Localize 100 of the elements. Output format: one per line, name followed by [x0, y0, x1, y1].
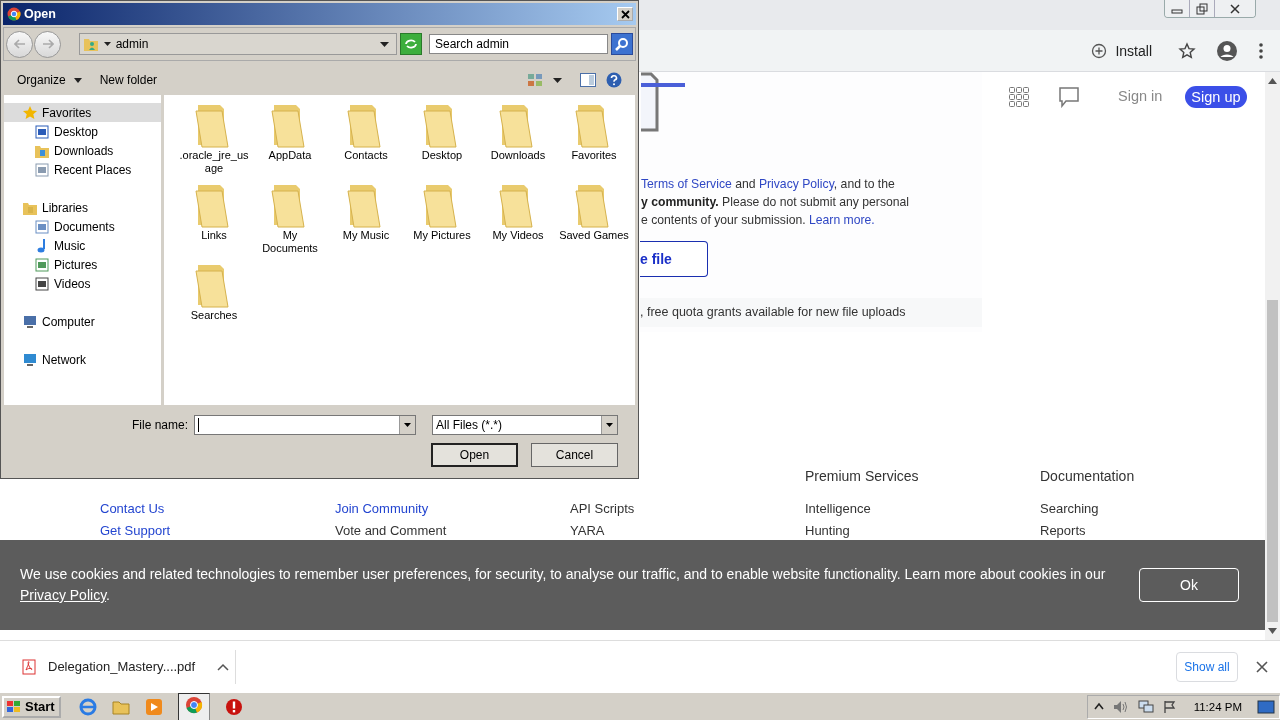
apps-grid-icon[interactable]	[1009, 87, 1029, 107]
quota-notice: , free quota grants available for new file uploads	[640, 298, 982, 327]
caret-icon[interactable]	[103, 41, 111, 47]
plus-icon	[1091, 42, 1108, 59]
ok-button[interactable]: Ok	[1139, 568, 1239, 602]
organize-menu[interactable]: Organize	[13, 71, 86, 89]
refresh-icon	[404, 38, 418, 50]
scrollbar[interactable]	[1265, 72, 1280, 640]
folder-item[interactable]: Saved Games	[556, 181, 632, 261]
footer-link[interactable]: YARA	[570, 520, 605, 542]
folder-item[interactable]: Desktop	[404, 101, 480, 181]
restore-icon	[1196, 2, 1208, 15]
footer-heading: Documentation	[1040, 468, 1135, 486]
folder-item[interactable]: Searches	[176, 261, 252, 341]
folder-item[interactable]: My Videos	[480, 181, 556, 261]
close-icon[interactable]	[1256, 660, 1268, 673]
nav-item[interactable]: Desktop	[4, 122, 161, 141]
network-icon	[22, 351, 38, 368]
back-arrow-icon	[13, 39, 26, 49]
close-button[interactable]	[617, 7, 633, 21]
folder-item[interactable]: My Documents	[252, 181, 328, 261]
dropdown-button[interactable]	[399, 416, 415, 434]
nav-item[interactable]: Music	[4, 236, 161, 255]
restore-button[interactable]	[1190, 0, 1215, 17]
stop-icon[interactable]	[224, 697, 243, 716]
refresh-button[interactable]	[400, 33, 422, 55]
inline-link[interactable]: Privacy Policy	[758, 177, 834, 191]
footer-link[interactable]: Intelligence	[805, 498, 871, 520]
file-type-dropdown[interactable]: All Files (*.*)	[432, 415, 618, 435]
install-button[interactable]: Install	[1091, 42, 1158, 59]
file-name-field[interactable]	[194, 415, 416, 435]
footer-link[interactable]: Vote and Comment	[335, 520, 447, 542]
star-icon[interactable]	[1178, 41, 1196, 60]
desktop-icon	[34, 123, 50, 140]
footer-link[interactable]: Join Community	[335, 498, 429, 520]
computer-icon	[22, 313, 38, 330]
folder-item[interactable]: Favorites	[556, 101, 632, 181]
video-icon	[34, 275, 50, 292]
download-file-name[interactable]: Delegation_Mastery....pdf	[48, 659, 196, 674]
nav-item[interactable]: Libraries	[4, 198, 161, 217]
cancel-button[interactable]: Cancel	[531, 443, 618, 467]
scrollbar-thumb[interactable]	[1267, 300, 1278, 622]
folder-item[interactable]: My Pictures	[404, 181, 480, 261]
minimize-button[interactable]	[1165, 0, 1190, 17]
show-hidden-icon[interactable]	[1093, 701, 1104, 712]
nav-item[interactable]: Downloads	[4, 141, 161, 160]
search-field[interactable]: Search admin	[428, 34, 609, 54]
new-folder-button[interactable]: New folder	[95, 71, 162, 89]
footer-link[interactable]: Searching	[1040, 498, 1099, 520]
start-button[interactable]: Start	[2, 695, 61, 718]
display-icon[interactable]	[1257, 699, 1275, 714]
chat-icon[interactable]	[1058, 86, 1080, 108]
star-icon	[22, 104, 38, 121]
speaker-icon[interactable]	[1112, 699, 1129, 714]
clock[interactable]: 11:24 PM	[1193, 700, 1242, 713]
nav-item[interactable]: Favorites	[4, 103, 161, 122]
folder-item[interactable]: Links	[176, 181, 252, 261]
network-icon[interactable]	[1137, 699, 1154, 714]
footer-link[interactable]: API Scripts	[570, 498, 635, 520]
show-all-button[interactable]: Show all	[1176, 651, 1238, 682]
dropdown-icon[interactable]	[380, 41, 390, 47]
folder-item[interactable]: Downloads	[480, 101, 556, 181]
open-button[interactable]: Open	[431, 443, 518, 467]
flag-icon[interactable]	[1162, 699, 1177, 714]
scroll-up-icon[interactable]	[1268, 78, 1277, 84]
inline-link[interactable]: Terms of Service	[641, 177, 732, 191]
nav-item[interactable]: Network	[4, 350, 161, 369]
footer-link[interactable]: Get Support	[100, 520, 171, 542]
folder-item[interactable]: My Music	[328, 181, 404, 261]
cookie-message: We use cookies and related technologies to remember user preferences, for security, to analyse our traffic, and to enable website functionality. Learn more about cookies in our Privacy Policy.	[20, 565, 1107, 605]
footer-link[interactable]: Hunting	[805, 520, 850, 542]
address-field[interactable]: admin	[78, 33, 398, 55]
user-folder-icon	[82, 36, 99, 52]
footer-link[interactable]: Reports	[1040, 520, 1086, 542]
folder-item[interactable]: Contacts	[328, 101, 404, 181]
nav-item[interactable]: Pictures	[4, 255, 161, 274]
sign-up-button[interactable]: Sign up	[1185, 86, 1247, 108]
choose-file-button[interactable]: e file	[640, 241, 708, 277]
help-icon[interactable]	[606, 72, 622, 88]
nav-item[interactable]: Computer	[4, 312, 161, 331]
profile-icon[interactable]	[1216, 39, 1238, 62]
browser-e-icon[interactable]	[78, 697, 97, 716]
picture-icon	[34, 256, 50, 273]
inline-link[interactable]: Learn more.	[809, 213, 875, 227]
caret-icon[interactable]	[553, 77, 562, 83]
nav-item[interactable]: Recent Places	[4, 160, 161, 179]
nav-item[interactable]: Documents	[4, 217, 161, 236]
caret-icon[interactable]	[217, 662, 230, 671]
sign-in-link[interactable]: Sign in	[1118, 88, 1163, 104]
search-button[interactable]	[611, 33, 633, 55]
folder-item[interactable]: .oracle_jre_usage	[176, 101, 252, 181]
preview-pane-icon[interactable]	[580, 73, 596, 87]
dropdown-button[interactable]	[601, 416, 617, 434]
footer-link[interactable]: Contact Us	[100, 498, 165, 520]
menu-icon[interactable]	[1258, 41, 1264, 60]
close-button[interactable]	[1215, 0, 1255, 17]
nav-item[interactable]: Videos	[4, 274, 161, 293]
scroll-down-icon[interactable]	[1268, 628, 1277, 634]
chrome-icon[interactable]	[184, 695, 203, 714]
folder-item[interactable]: AppData	[252, 101, 328, 181]
